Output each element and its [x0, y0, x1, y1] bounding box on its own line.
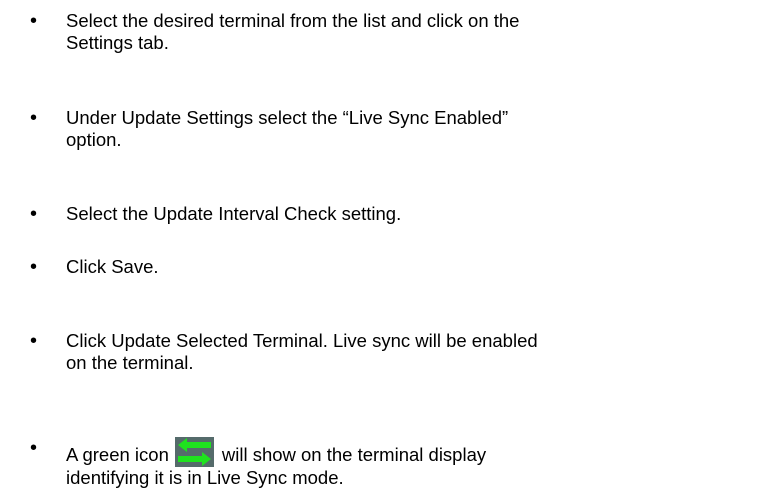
instruction-document: • Select the desired terminal from the l… — [0, 0, 770, 499]
step-text: A green icon will show on the terminal d… — [66, 437, 756, 489]
bullet-icon: • — [30, 10, 38, 32]
bullet-icon: • — [30, 203, 38, 225]
live-sync-arrows-icon — [174, 437, 214, 467]
step-text: Under Update Settings select the “Live S… — [66, 107, 509, 150]
step-text: Select the Update Interval Check setting… — [66, 203, 402, 224]
step-text: Click Update Selected Terminal. Live syn… — [66, 330, 538, 373]
step-text-before-icon: A green icon — [66, 444, 169, 465]
bullet-icon: • — [30, 437, 38, 459]
bullet-icon: • — [30, 330, 38, 352]
bullet-icon: • — [30, 256, 38, 278]
step-text: Click Save. — [66, 256, 159, 277]
bullet-icon: • — [30, 107, 38, 129]
step-text-line2: identifying it is in Live Sync mode. — [66, 467, 344, 488]
step-text: Select the desired terminal from the lis… — [66, 10, 520, 53]
step-text-after-icon: will show on the terminal display — [221, 444, 487, 465]
